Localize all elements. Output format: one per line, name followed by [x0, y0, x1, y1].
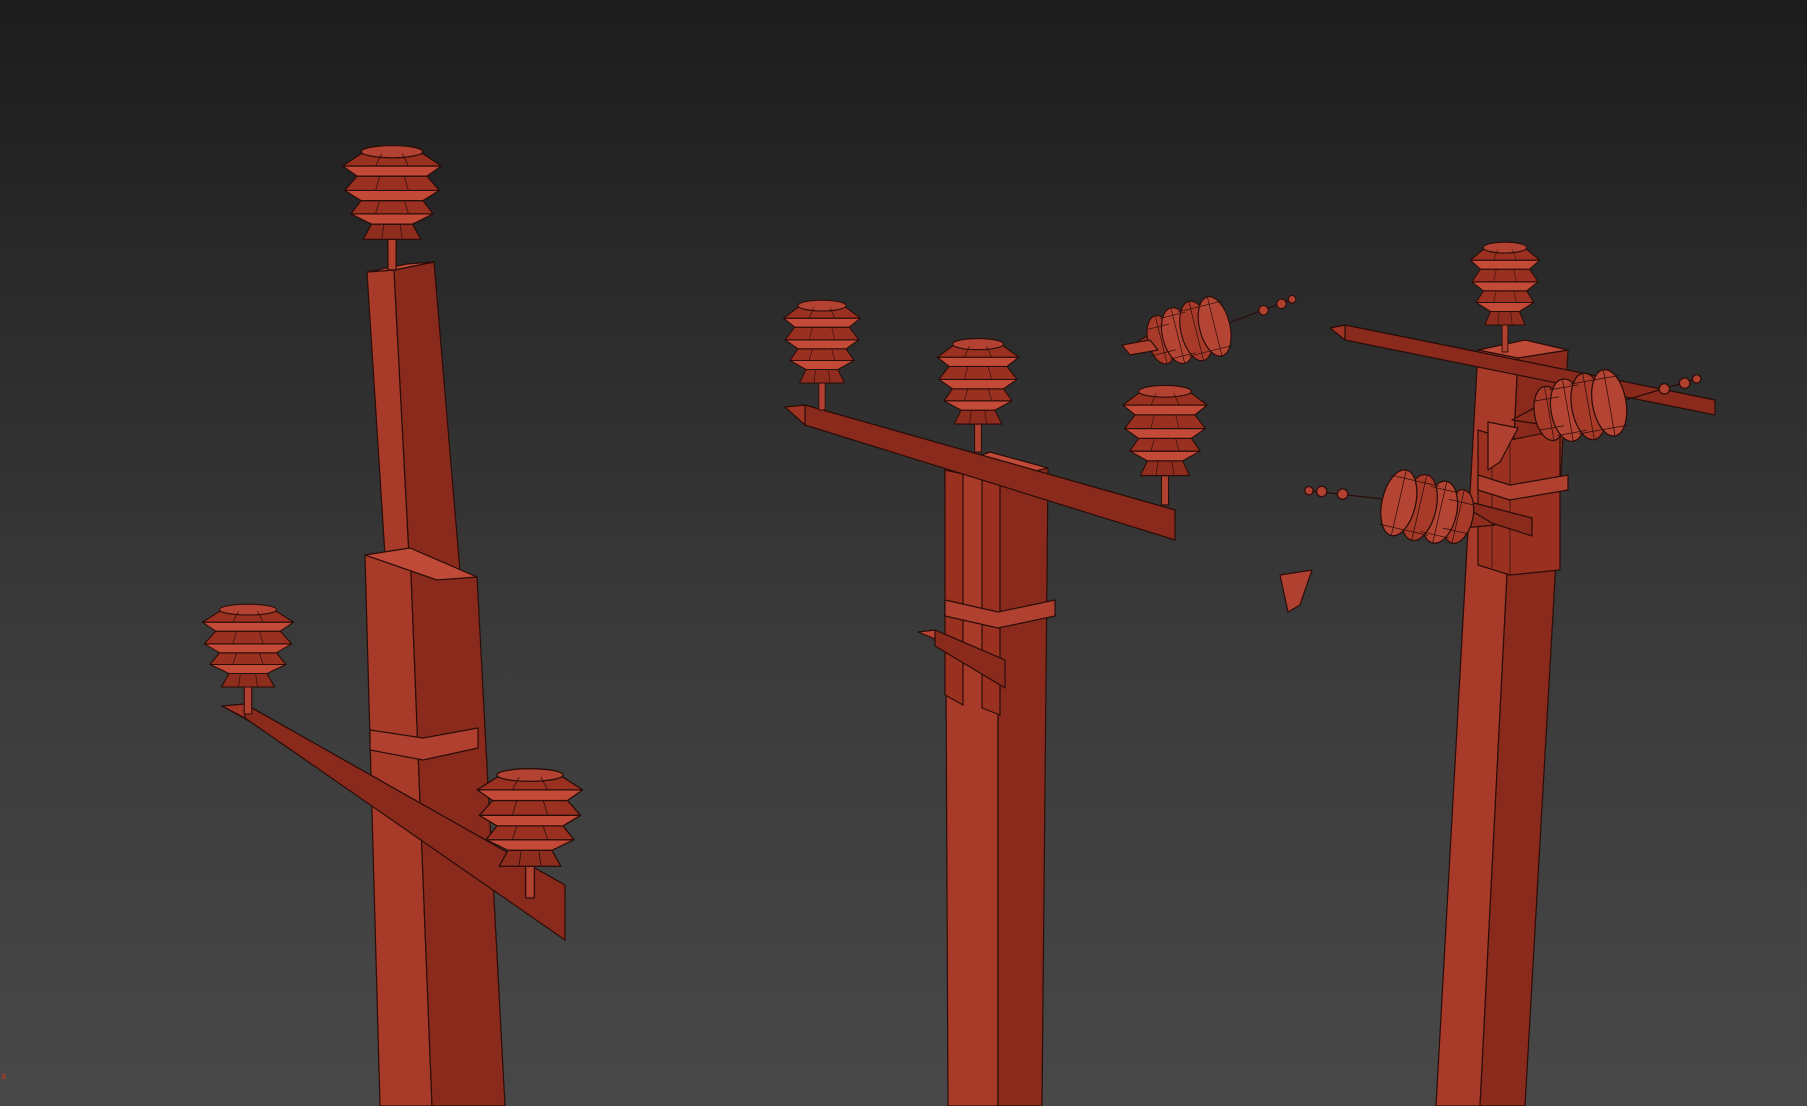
pole-middle[interactable] — [783, 275, 1306, 1106]
insulator-mid-left — [783, 299, 861, 411]
insulator-right-top — [1469, 241, 1541, 353]
axis-origin-marker: x — [1, 1072, 7, 1082]
disc-insulator-string-upper — [1120, 275, 1306, 379]
pole-right[interactable] — [1279, 241, 1716, 1106]
wireframe-scene[interactable] — [0, 0, 1807, 1106]
3d-viewport[interactable]: x — [0, 0, 1807, 1106]
insulator-left-arm-left — [201, 603, 295, 715]
insulator-left-top — [341, 144, 443, 271]
pole-left[interactable] — [201, 144, 584, 1106]
insulator-mid-right — [1122, 384, 1208, 506]
insulator-mid-center — [936, 337, 1020, 453]
